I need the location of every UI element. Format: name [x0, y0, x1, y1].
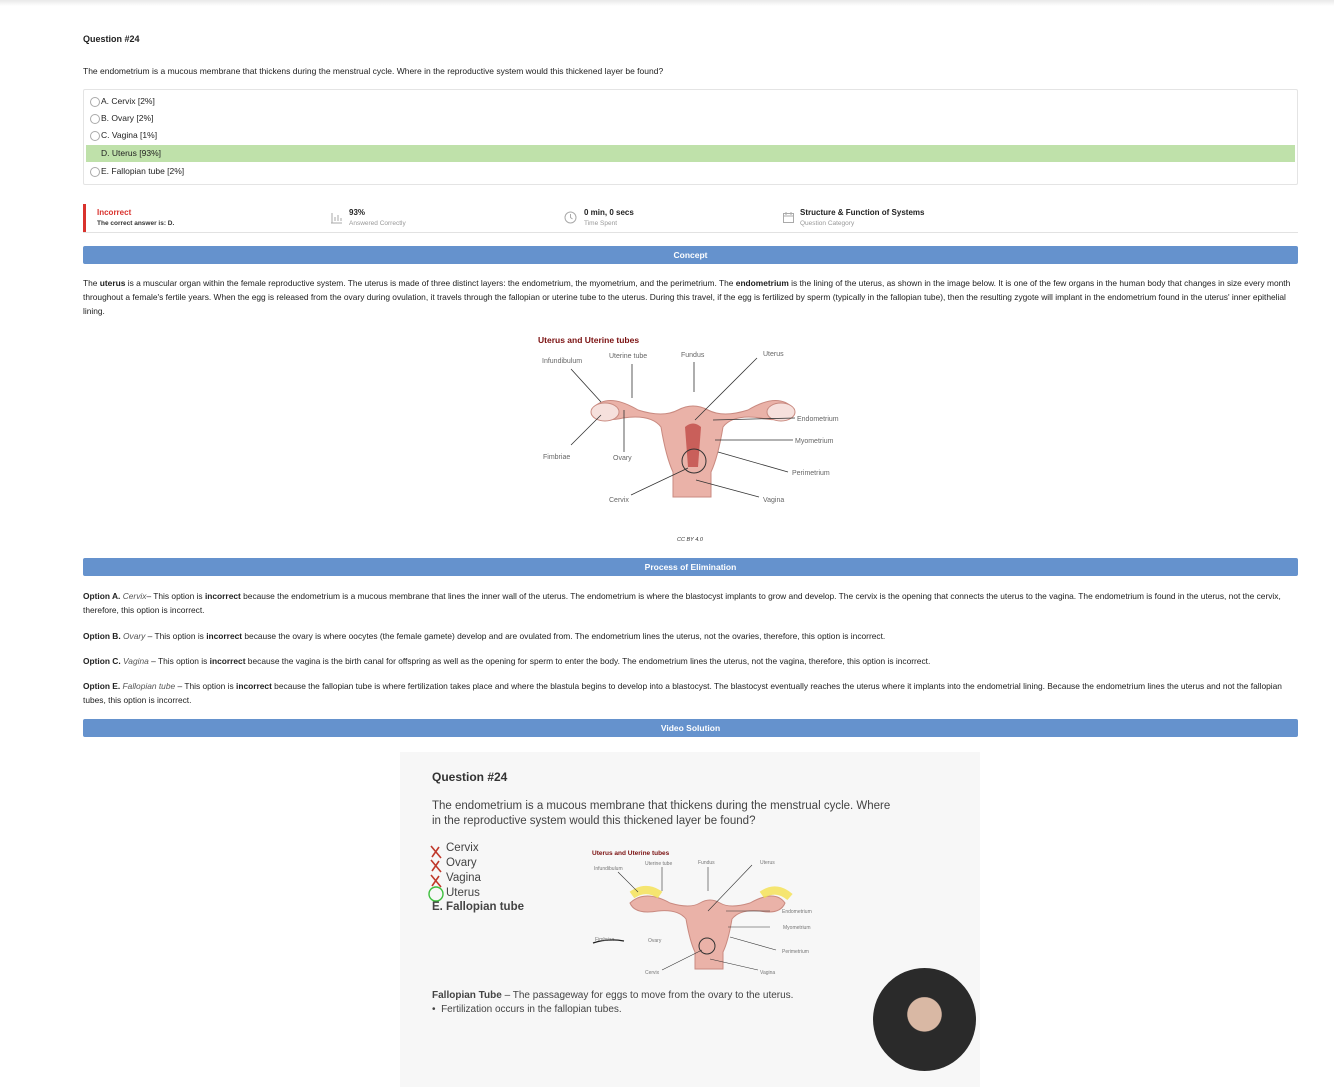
label-endometrium: Endometrium — [797, 416, 839, 423]
label-fimbriae: Fimbriae — [543, 454, 570, 461]
label-uterine-tube: Uterine tube — [609, 353, 647, 360]
label-vagina: Vagina — [763, 497, 784, 504]
label-fundus: Fundus — [681, 352, 705, 359]
diagram-title: Uterus and Uterine tubes — [538, 335, 639, 345]
option-a[interactable]: A. Cervix [2%] — [86, 93, 1295, 110]
svg-text:Uterus: Uterus — [760, 860, 775, 866]
elimination-option-e: Option E. Fallopian tube – This option i… — [83, 681, 1282, 705]
video-option-d: Uterus — [446, 887, 480, 899]
highlight-right — [759, 886, 793, 901]
label-ovary: Ovary — [613, 455, 632, 462]
elimination-option-a: Option A. Cervix– This option is incorre… — [83, 591, 1281, 615]
svg-text:Endometrium: Endometrium — [782, 909, 812, 915]
video-footer: Fallopian Tube – The passageway for eggs… — [432, 990, 794, 1001]
svg-text:Infundibulum: Infundibulum — [594, 866, 623, 872]
video-option-e: E. Fallopian tube — [432, 901, 525, 913]
video-option-c: Vagina — [446, 872, 481, 884]
ovary-left — [590, 402, 620, 422]
video-diagram-title: Uterus and Uterine tubes — [592, 850, 670, 857]
svg-text:Fimbriae: Fimbriae — [595, 937, 615, 943]
option-e[interactable]: E. Fallopian tube [2%] — [86, 163, 1295, 180]
highlight-left — [629, 886, 663, 899]
concept-paragraph: The uterus is a muscular organ within th… — [83, 278, 1291, 316]
category-stat: Structure & Function of Systems Question… — [800, 208, 925, 227]
clock-icon — [564, 211, 577, 224]
video-header: Video Solution — [83, 719, 1298, 737]
video-question-title: Question #24 — [432, 770, 508, 784]
radio-icon[interactable] — [90, 114, 100, 124]
label-perimetrium: Perimetrium — [792, 470, 830, 477]
radio-icon[interactable] — [90, 131, 100, 141]
svg-text:Uterine tube: Uterine tube — [645, 861, 672, 867]
elimination-option-c: Option C. Vagina – This option is incorr… — [83, 656, 931, 666]
bar-chart-icon — [331, 213, 342, 224]
video-diagram: Uterus and Uterine tubes Infundibulum Ut… — [592, 850, 812, 976]
svg-text:Cervix: Cervix — [645, 970, 660, 976]
svg-text:Ovary: Ovary — [648, 938, 662, 944]
label-myometrium: Myometrium — [795, 438, 834, 445]
option-b[interactable]: B. Ovary [2%] — [86, 110, 1295, 127]
question-title: Question #24 — [83, 34, 140, 44]
elimination-header: Process of Elimination — [83, 558, 1298, 576]
result-stats: Incorrect The correct answer is: D. 93% … — [83, 204, 1298, 233]
incorrect-indicator — [83, 204, 86, 232]
calendar-icon — [783, 212, 794, 223]
video-option-b: Ovary — [446, 857, 477, 869]
video-question-text: The endometrium is a mucous membrane tha… — [432, 800, 891, 827]
uterus-diagram: Uterus and Uterine tubes Infundibulum Ut… — [538, 335, 839, 504]
option-c[interactable]: C. Vagina [1%] — [86, 127, 1295, 144]
time-stat: 0 min, 0 secs Time Spent — [584, 208, 634, 227]
top-shadow — [0, 0, 1334, 6]
percent-stat: 93% Answered Correctly — [349, 208, 406, 227]
label-infundibulum: Infundibulum — [542, 358, 582, 365]
radio-icon[interactable] — [90, 97, 100, 107]
answer-options: A. Cervix [2%] B. Ovary [2%] C. Vagina [… — [83, 89, 1298, 185]
question-text: The endometrium is a mucous membrane tha… — [83, 66, 664, 76]
video-bullet: • Fertilization occurs in the fallopian … — [432, 1004, 622, 1015]
svg-text:Vagina: Vagina — [760, 970, 775, 976]
presenter-avatar — [873, 968, 976, 1071]
video-option-a: Cervix — [446, 842, 479, 854]
svg-text:Myometrium: Myometrium — [783, 925, 811, 931]
concept-header: Concept — [83, 246, 1298, 264]
label-cervix: Cervix — [609, 497, 629, 504]
image-credit: CC BY 4.0 — [677, 537, 703, 543]
status-stat: Incorrect The correct answer is: D. — [97, 208, 175, 227]
elimination-option-b: Option B. Ovary – This option is incorre… — [83, 631, 886, 641]
option-d-correct[interactable]: D. Uterus [93%] — [86, 145, 1295, 162]
video-uterus-shape — [629, 895, 786, 970]
svg-text:Fundus: Fundus — [698, 860, 715, 866]
label-uterus: Uterus — [763, 351, 784, 358]
svg-text:Perimetrium: Perimetrium — [782, 949, 809, 955]
radio-icon[interactable] — [90, 167, 100, 177]
